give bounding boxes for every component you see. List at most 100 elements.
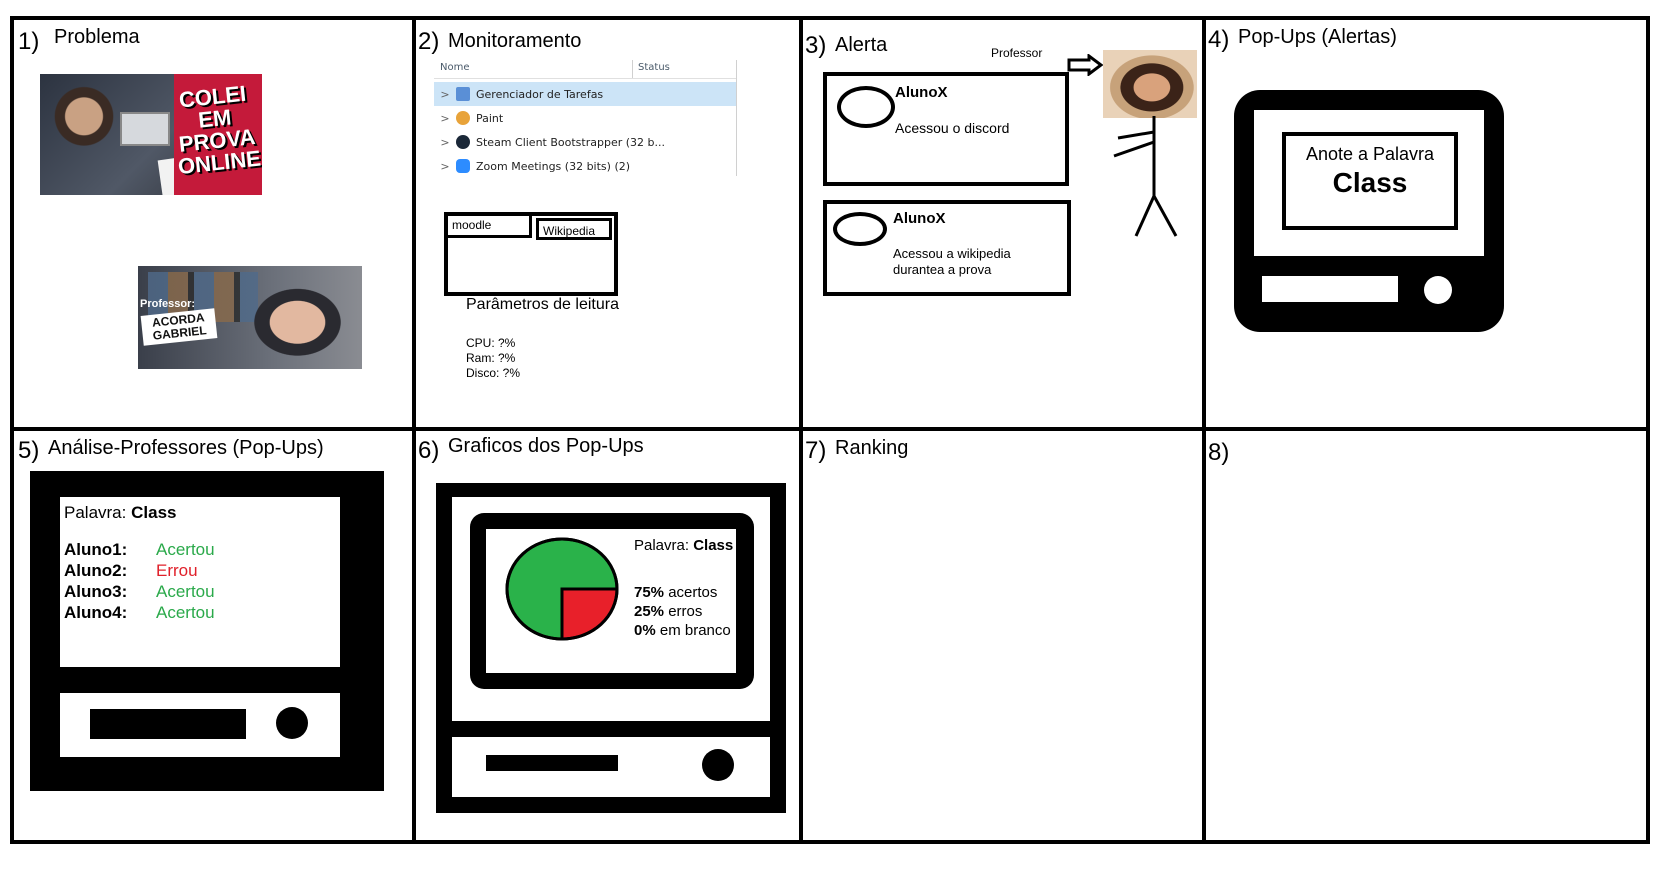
- stat-value: 0%: [634, 622, 656, 639]
- legend-item: 25% erros: [634, 602, 731, 621]
- thumbnail-title: ACORDA GABRIEL: [140, 308, 218, 346]
- panel-number: 7): [805, 437, 827, 464]
- process-name: Paint: [476, 111, 504, 125]
- panel-graficos: 6) Graficos dos Pop-Ups Palavra: Class 7…: [416, 431, 799, 842]
- thumbnail-caption: Professor:: [140, 298, 196, 310]
- panel-title: Problema: [54, 26, 140, 48]
- panel-number: 1): [18, 28, 40, 55]
- panel-ranking: 7) Ranking: [803, 431, 1202, 842]
- panel-analise: 5) Análise-Professores (Pop-Ups) Palavra…: [14, 431, 412, 842]
- pie-chart: [505, 537, 619, 641]
- stick-figure-icon: [1113, 116, 1178, 237]
- panel-title: Graficos dos Pop-Ups: [448, 435, 644, 457]
- stat-label: erros: [668, 603, 703, 620]
- alert-user: AlunoX: [893, 210, 946, 227]
- professor-photo: [1103, 50, 1197, 118]
- student-row: Aluno3: Acertou: [64, 581, 215, 602]
- param-disco: Disco: ?%: [466, 366, 521, 380]
- student-row: Aluno1: Acertou: [64, 539, 215, 560]
- panel-number: 8): [1208, 439, 1230, 466]
- process-name: Gerenciador de Tarefas: [476, 87, 604, 101]
- param-cpu: CPU: ?%: [466, 336, 516, 350]
- video-thumbnail-cheating: COLEI EM PROVA ONLINE: [40, 74, 262, 195]
- task-manager-icon: [456, 87, 470, 101]
- legend-item: 0% em branco: [634, 621, 731, 640]
- panel-title: Análise-Professores (Pop-Ups): [48, 437, 324, 459]
- legend-item: 75% acertos: [634, 583, 731, 602]
- column-header-name: Nome: [440, 62, 470, 73]
- stat-value: 25%: [634, 603, 665, 620]
- browser-window: moodle Wikipedia: [444, 212, 618, 296]
- alert-message: Acessou a wikipedia durantea a prova: [893, 246, 1011, 277]
- process-name: Steam Client Bootstrapper (32 b...: [476, 135, 665, 149]
- panel-number: 4): [1208, 26, 1230, 53]
- process-row[interactable]: > Paint: [434, 106, 752, 130]
- browser-tab-moodle[interactable]: moodle: [448, 216, 532, 238]
- student-name: Aluno3:: [64, 582, 128, 601]
- popup-instruction: Anote a Palavra: [1305, 144, 1435, 164]
- panel-title: Pop-Ups (Alertas): [1238, 26, 1397, 48]
- stat-value: 75%: [634, 584, 665, 601]
- panel-number: 3): [805, 32, 827, 59]
- panel-problema: 1) Problema COLEI EM PROVA ONLINE Profes…: [14, 20, 412, 427]
- process-row[interactable]: > Steam Client Bootstrapper (32 b...: [434, 130, 752, 154]
- computer-icon: Palavra: Class 75% acertos 25% erros 0% …: [436, 483, 786, 813]
- panel-number: 2): [418, 28, 440, 55]
- student-name: Aluno2:: [64, 561, 128, 580]
- paint-icon: [456, 111, 470, 125]
- task-manager: Nome Status > Gerenciador de Tarefas > P…: [434, 60, 754, 176]
- params-title: Parâmetros de leitura: [466, 296, 619, 313]
- student-row: Aluno2: Errou: [64, 560, 215, 581]
- panel-popups: 4) Pop-Ups (Alertas) Anote a Palavra Cla…: [1206, 20, 1646, 427]
- chevron-right-icon[interactable]: >: [434, 160, 456, 173]
- tab-label: moodle: [452, 218, 492, 232]
- panel-alerta: 3) Alerta Professor AlunoX Acessou o dis…: [803, 20, 1202, 427]
- student-result: Acertou: [156, 603, 215, 622]
- alert-user: AlunoX: [895, 84, 948, 101]
- professor-label: Professor: [991, 46, 1043, 60]
- student-result: Acertou: [156, 540, 215, 559]
- alert-card[interactable]: AlunoX Acessou a wikipedia durantea a pr…: [823, 200, 1071, 296]
- avatar-icon: [837, 86, 895, 128]
- arrow-right-icon: [1067, 54, 1104, 76]
- alert-message: Acessou o discord: [895, 120, 1010, 136]
- panel-number: 6): [418, 437, 440, 464]
- student-result: Acertou: [156, 582, 215, 601]
- steam-icon: [456, 135, 470, 149]
- panel-monitoramento: 2) Monitoramento Nome Status > Gerenciad…: [416, 20, 799, 427]
- panel-title: Alerta: [835, 34, 888, 56]
- thumbnail-title: COLEI EM PROVA ONLINE: [176, 80, 262, 180]
- stat-label: acertos: [668, 584, 718, 601]
- student-name: Aluno4:: [64, 603, 128, 622]
- chart-area: Palavra: Class 75% acertos 25% erros 0% …: [486, 529, 736, 673]
- avatar-icon: [833, 212, 887, 246]
- word-value: Class: [693, 537, 734, 554]
- word-line: Palavra: Class: [64, 503, 176, 523]
- popup-dialog[interactable]: Anote a Palavra Class: [1282, 132, 1458, 230]
- zoom-icon: [456, 159, 470, 173]
- alert-card[interactable]: AlunoX Acessou o discord: [823, 72, 1069, 186]
- process-row[interactable]: > Zoom Meetings (32 bits) (2): [434, 154, 752, 178]
- chevron-right-icon[interactable]: >: [434, 112, 456, 125]
- browser-tab-wikipedia[interactable]: Wikipedia: [536, 218, 612, 240]
- chart-legend: 75% acertos 25% erros 0% em branco: [634, 583, 731, 640]
- panel-number: 5): [18, 437, 40, 464]
- panel-title: Ranking: [835, 437, 909, 459]
- param-ram: Ram: ?%: [466, 351, 516, 365]
- process-row[interactable]: > Gerenciador de Tarefas: [434, 82, 736, 106]
- popup-word: Class: [1332, 167, 1408, 198]
- chevron-right-icon[interactable]: >: [434, 136, 456, 149]
- word-label: Palavra:: [634, 537, 690, 554]
- student-row: Aluno4: Acertou: [64, 602, 215, 623]
- stat-label: em branco: [659, 622, 731, 639]
- student-name: Aluno1:: [64, 540, 128, 559]
- video-thumbnail-sleeping: Professor: ACORDA GABRIEL: [138, 266, 362, 369]
- student-result: Errou: [156, 561, 198, 580]
- student-list: Aluno1: Acertou Aluno2: Errou Aluno3: Acert…: [64, 539, 215, 623]
- chevron-right-icon[interactable]: >: [434, 88, 456, 101]
- panel-8: 8): [1206, 431, 1646, 842]
- column-header-status: Status: [638, 62, 670, 73]
- computer-icon: Anote a Palavra Class: [1234, 90, 1504, 332]
- word-value: Class: [131, 503, 177, 522]
- process-name: Zoom Meetings (32 bits) (2): [476, 159, 631, 173]
